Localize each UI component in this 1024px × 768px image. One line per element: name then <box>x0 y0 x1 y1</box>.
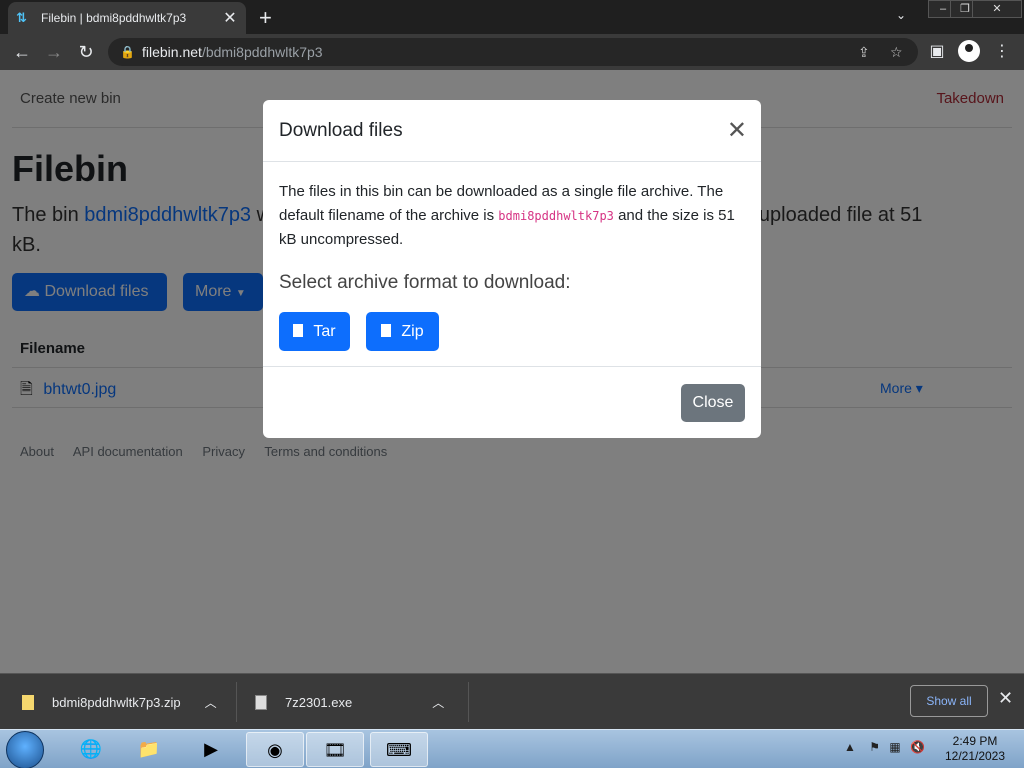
zip-download-button[interactable]: Zip <box>366 312 439 351</box>
download-item[interactable]: 7z2301.exe ︿ <box>255 674 455 730</box>
zip-file-icon <box>22 694 34 710</box>
start-button-icon[interactable] <box>6 731 44 768</box>
media-player-icon[interactable]: ▶ <box>182 732 240 767</box>
modal-description: The files in this bin can be downloaded … <box>279 180 745 252</box>
exe-file-icon <box>255 694 267 710</box>
browser-toolbar: ← → ↻ 🔒 filebin.net/bdmi8pddhwltk7p3 ⇪ ☆… <box>0 34 1024 70</box>
download-files-modal: Download files ✕ The files in this bin c… <box>263 100 761 438</box>
zip-label: Zip <box>401 323 424 340</box>
show-all-downloads-button[interactable]: Show all <box>910 685 988 717</box>
browser-menu-icon[interactable]: ⋮ <box>990 40 1014 64</box>
archive-filename: bdmi8pddhwltk7p3 <box>498 209 614 223</box>
bookmark-star-icon[interactable]: ☆ <box>890 38 903 66</box>
profile-avatar-icon[interactable] <box>958 40 980 62</box>
download-filename: 7z2301.exe <box>285 694 353 710</box>
side-panel-icon[interactable]: ▣ <box>925 40 949 64</box>
forward-arrow-icon[interactable]: → <box>42 40 66 64</box>
network-icon[interactable]: ▦ <box>889 740 900 754</box>
file-explorer-icon[interactable]: 📁 <box>120 732 178 767</box>
volume-muted-icon[interactable]: 🔇 <box>910 740 925 754</box>
close-button[interactable]: Close <box>681 384 745 422</box>
windows-taskbar: 🌐 📁 ▶ ◉ 🎞 ⌨ ▲ ⚑ ▦ 🔇 2:49 PM 12/21/2023 <box>0 729 1024 768</box>
reload-icon[interactable]: ↻ <box>74 40 98 64</box>
tab-title: Filebin | bdmi8pddhwltk7p3 <box>41 11 187 25</box>
system-tray: ▲ ⚑ ▦ 🔇 <box>844 740 925 754</box>
modal-title: Download files <box>279 120 403 141</box>
lock-icon[interactable]: 🔒 <box>120 38 135 66</box>
address-bar[interactable]: 🔒 filebin.net/bdmi8pddhwltk7p3 ⇪ ☆ <box>108 38 918 66</box>
tab-search-chevron-icon[interactable]: ⌄ <box>896 8 906 22</box>
file-archive-icon <box>293 324 304 337</box>
modal-close-icon[interactable]: ✕ <box>727 119 747 143</box>
download-divider <box>236 682 237 722</box>
url-path: /bdmi8pddhwltk7p3 <box>201 44 323 60</box>
clock-date: 12/21/2023 <box>944 749 1006 763</box>
chevron-up-icon[interactable]: ︿ <box>205 694 217 711</box>
chrome-icon[interactable]: ◉ <box>246 732 304 767</box>
tar-label: Tar <box>313 323 336 340</box>
tab-close-icon[interactable]: ✕ <box>222 8 238 28</box>
chevron-up-icon[interactable]: ︿ <box>432 694 444 711</box>
download-filename: bdmi8pddhwltk7p3.zip <box>52 694 181 710</box>
action-center-icon[interactable]: ⚑ <box>869 740 880 754</box>
file-archive-icon <box>381 324 392 337</box>
tray-expand-icon[interactable]: ▲ <box>844 740 856 754</box>
close-shelf-icon[interactable]: ✕ <box>998 688 1013 709</box>
clock-time: 2:49 PM <box>952 734 998 748</box>
system-clock[interactable]: 2:49 PM 12/21/2023 <box>940 734 1010 764</box>
new-tab-icon[interactable]: + <box>259 5 272 31</box>
browser-tab[interactable]: ⇅ Filebin | bdmi8pddhwltk7p3 ✕ <box>8 2 246 34</box>
filebin-favicon-icon: ⇅ <box>16 10 27 25</box>
url-host: filebin.net <box>142 44 202 60</box>
download-shelf: bdmi8pddhwltk7p3.zip ︿ 7z2301.exe ︿ Show… <box>0 673 1024 729</box>
internet-explorer-icon[interactable]: 🌐 <box>62 732 120 767</box>
keyboard-app-icon[interactable]: ⌨ <box>370 732 428 767</box>
modal-header: Download files ✕ <box>263 100 761 162</box>
back-arrow-icon[interactable]: ← <box>10 40 34 64</box>
archive-format-heading: Select archive format to download: <box>279 272 571 293</box>
download-item[interactable]: bdmi8pddhwltk7p3.zip ︿ <box>22 674 222 730</box>
tar-download-button[interactable]: Tar <box>279 312 350 351</box>
tab-strip: ⇅ Filebin | bdmi8pddhwltk7p3 ✕ + ⌄ ‒ ❐ ✕ <box>0 0 1024 34</box>
download-divider <box>468 682 469 722</box>
window-close-icon[interactable]: ✕ <box>972 0 1022 18</box>
share-icon[interactable]: ⇪ <box>858 38 870 66</box>
video-app-icon[interactable]: 🎞 <box>306 732 364 767</box>
